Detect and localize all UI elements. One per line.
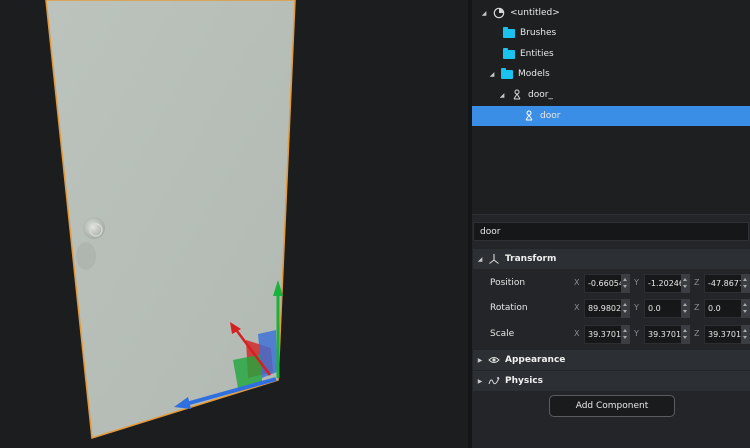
- position-x-spinner[interactable]: [621, 274, 630, 293]
- appearance-section-header[interactable]: ▶ Appearance: [473, 350, 750, 370]
- scale-label: Scale: [490, 329, 515, 339]
- tree-item-entities[interactable]: Entities: [472, 44, 750, 64]
- scale-y-spinner[interactable]: [681, 325, 690, 344]
- axis-x-label: X: [574, 278, 580, 287]
- folder-icon: [500, 67, 514, 80]
- folder-icon: [502, 26, 516, 39]
- tree-item-label: <untitled>: [510, 8, 560, 18]
- axis-y-label: Y: [634, 303, 639, 312]
- model-icon: [510, 89, 524, 101]
- collapse-arrow-icon[interactable]: ◢: [473, 256, 487, 263]
- tree-item-models[interactable]: ◢ Models: [472, 64, 750, 84]
- rotation-label: Rotation: [490, 303, 528, 313]
- tree-item-label: Entities: [520, 49, 554, 59]
- tree-item-door-group[interactable]: ◢ door_: [472, 85, 750, 105]
- scale-x-spinner[interactable]: [621, 325, 630, 344]
- axis-z-label: Z: [694, 303, 700, 312]
- eye-icon: [487, 355, 501, 365]
- axis-z-label: Z: [694, 278, 700, 287]
- tree-item-label: Brushes: [520, 28, 557, 38]
- tree-item-door[interactable]: door: [472, 106, 750, 126]
- viewport-3d[interactable]: [0, 0, 468, 448]
- section-title: Transform: [505, 254, 557, 264]
- expand-arrow-icon[interactable]: ▶: [473, 378, 487, 385]
- tree-item-label: door_: [528, 90, 553, 100]
- expand-arrow-icon[interactable]: ▶: [473, 357, 487, 364]
- axis-x-label: X: [574, 303, 580, 312]
- folder-icon: [502, 47, 516, 60]
- tree-item-root[interactable]: ◢ <untitled>: [472, 3, 750, 23]
- scale-z-spinner[interactable]: [741, 325, 750, 344]
- right-panel: ◢ <untitled> Brushes Entities ◢ Models ◢: [472, 0, 750, 448]
- tree-item-brushes[interactable]: Brushes: [472, 23, 750, 43]
- axis-x-label: X: [574, 329, 580, 338]
- object-name-input[interactable]: door: [473, 222, 749, 241]
- position-row: Position X -0.66054 Y -1.20246 Z -47.867…: [472, 273, 750, 295]
- position-z-spinner[interactable]: [741, 274, 750, 293]
- physics-icon: [487, 376, 501, 386]
- axis-y-label: Y: [634, 278, 639, 287]
- scale-row: Scale X 39.3701 Y 39.3701 Z 39.3701: [472, 324, 750, 346]
- physics-section-header[interactable]: ▶ Physics: [473, 371, 750, 391]
- rotation-row: Rotation X 89.9802 Y 0.0 Z 0.0: [472, 298, 750, 320]
- axis-z-label: Z: [694, 329, 700, 338]
- section-title: Physics: [505, 376, 544, 386]
- tree-item-label: Models: [518, 69, 550, 79]
- expand-arrow-icon[interactable]: ◢: [480, 10, 488, 17]
- axis-y-label: Y: [634, 329, 639, 338]
- expand-arrow-icon[interactable]: ◢: [488, 71, 496, 78]
- scene-icon: [492, 7, 506, 19]
- position-label: Position: [490, 278, 526, 288]
- transform-icon: [487, 253, 501, 265]
- rotation-z-spinner[interactable]: [741, 299, 750, 318]
- position-y-spinner[interactable]: [681, 274, 690, 293]
- model-icon: [522, 110, 536, 122]
- add-component-button[interactable]: Add Component: [549, 395, 675, 417]
- scene-tree[interactable]: ◢ <untitled> Brushes Entities ◢ Models ◢: [472, 0, 750, 215]
- tree-item-label: door: [540, 111, 561, 121]
- transform-section-header[interactable]: ◢ Transform: [473, 249, 750, 269]
- rotation-x-spinner[interactable]: [621, 299, 630, 318]
- expand-arrow-icon[interactable]: ◢: [498, 92, 506, 99]
- rotation-y-spinner[interactable]: [681, 299, 690, 318]
- section-title: Appearance: [505, 355, 566, 365]
